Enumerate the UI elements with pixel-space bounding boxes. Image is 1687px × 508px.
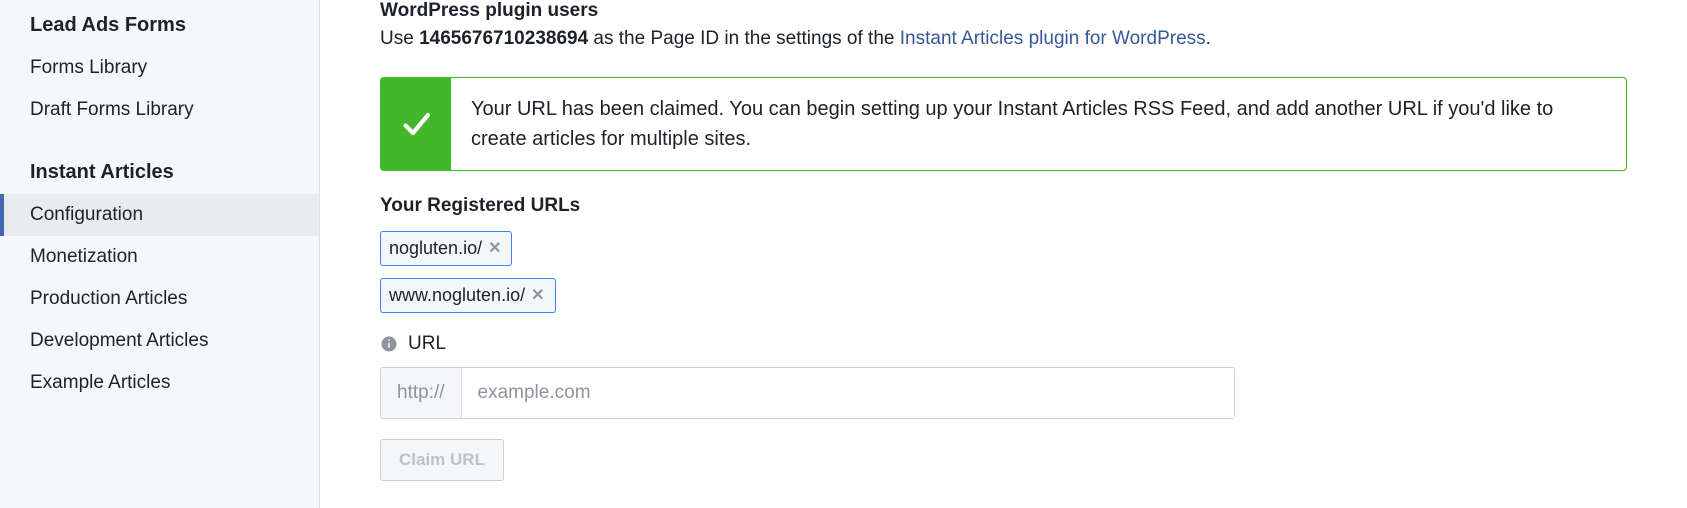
sidebar-section-lead-ads: Lead Ads Forms [0, 4, 319, 47]
url-label: URL [408, 333, 446, 355]
url-protocol-prefix: http:// [381, 368, 462, 418]
registered-url-text: nogluten.io/ [389, 238, 482, 259]
info-icon [380, 335, 398, 353]
wp-page-id: 1465676710238694 [419, 28, 588, 49]
wp-text-prefix: Use [380, 28, 419, 49]
wordpress-plugin-text: Use 1465676710238694 as the Page ID in t… [380, 26, 1627, 53]
success-notification: Your URL has been claimed. You can begin… [380, 77, 1627, 171]
registered-url-chip: nogluten.io/ ✕ [380, 231, 512, 266]
sidebar-item-example-articles[interactable]: Example Articles [0, 362, 319, 404]
registered-urls-heading: Your Registered URLs [380, 195, 1627, 217]
wordpress-plugin-heading: WordPress plugin users [380, 0, 1627, 22]
close-icon[interactable]: ✕ [486, 238, 503, 258]
registered-url-text: www.nogluten.io/ [389, 285, 525, 306]
sidebar-item-production-articles[interactable]: Production Articles [0, 278, 319, 320]
sidebar-item-monetization[interactable]: Monetization [0, 236, 319, 278]
url-input-group: http:// [380, 367, 1235, 419]
close-icon[interactable]: ✕ [529, 285, 546, 305]
sidebar-item-development-articles[interactable]: Development Articles [0, 320, 319, 362]
sidebar-item-configuration[interactable]: Configuration [0, 194, 319, 236]
wp-text-middle: as the Page ID in the settings of the [588, 28, 900, 49]
wp-plugin-link[interactable]: Instant Articles plugin for WordPress [900, 28, 1206, 49]
main-content: WordPress plugin users Use 1465676710238… [320, 0, 1687, 508]
sidebar-item-draft-forms-library[interactable]: Draft Forms Library [0, 89, 319, 131]
wp-text-suffix: . [1206, 28, 1211, 49]
sidebar-section-instant-articles: Instant Articles [0, 151, 319, 194]
sidebar: Lead Ads Forms Forms Library Draft Forms… [0, 0, 320, 508]
checkmark-icon [381, 78, 451, 170]
success-message: Your URL has been claimed. You can begin… [451, 78, 1626, 170]
registered-url-chip: www.nogluten.io/ ✕ [380, 278, 556, 313]
claim-url-button[interactable]: Claim URL [380, 439, 504, 481]
url-input[interactable] [462, 368, 1234, 418]
sidebar-item-forms-library[interactable]: Forms Library [0, 47, 319, 89]
